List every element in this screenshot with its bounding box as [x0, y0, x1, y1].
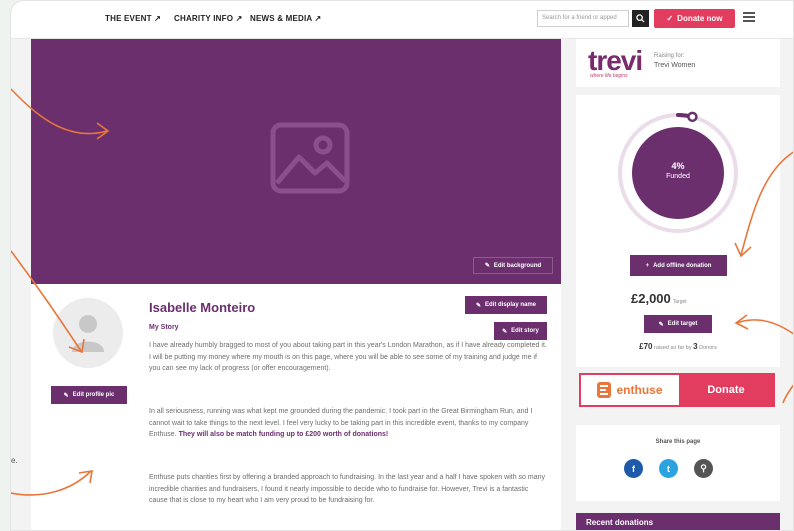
- plus-icon: +: [645, 262, 650, 269]
- enthuse-brand-label: enthuse: [616, 383, 663, 397]
- raising-for-label: Raising for:: [654, 53, 685, 59]
- share-title: Share this page: [655, 439, 701, 445]
- edit-background-button[interactable]: ✎ Edit background: [473, 257, 553, 274]
- edit-background-label: Edit background: [493, 262, 542, 269]
- edit-icon: ✎: [502, 328, 508, 335]
- charity-name: Trevi Women: [654, 62, 696, 69]
- charity-card: trevi where life begins Raising for: Tre…: [576, 39, 780, 87]
- story-paragraph-2-highlight: They will also be match funding up to £2…: [178, 431, 389, 438]
- share-icons: f t ⚲: [624, 459, 713, 478]
- donors-label: Donors: [699, 345, 717, 351]
- twitter-icon[interactable]: t: [659, 459, 678, 478]
- donate-now-button[interactable]: ✓ Donate now: [654, 9, 735, 28]
- annotation-arrow-story: [11, 470, 93, 496]
- edit-icon: ✎: [658, 321, 664, 328]
- enthuse-donate-widget[interactable]: enthuse Donate: [579, 373, 775, 407]
- enthuse-logo-icon: [597, 382, 612, 398]
- search-button[interactable]: [632, 10, 649, 27]
- profile-section: ✎ Edit profile pic Isabelle Monteiro ✎ E…: [31, 284, 561, 530]
- annotation-arrow-hero: [11, 88, 110, 140]
- add-offline-donation-label: Add offline donation: [653, 262, 712, 269]
- edit-icon: ✎: [484, 263, 490, 269]
- margin-note: e.: [11, 456, 18, 465]
- annotation-arrow-target: [734, 314, 793, 335]
- progress-ring-knob: [687, 111, 698, 123]
- annotation-arrow-offline: [734, 151, 793, 258]
- donor-count: 3: [693, 342, 698, 351]
- edit-profile-pic-button[interactable]: ✎ Edit profile pic: [51, 386, 127, 404]
- edit-target-button[interactable]: ✎ Edit target: [644, 315, 712, 333]
- search-input[interactable]: Search for a friend or apped: [537, 10, 629, 27]
- target-amount-value: £2,000: [631, 291, 671, 306]
- enthuse-brand: enthuse: [581, 375, 679, 405]
- edit-display-name-label: Edit display name: [485, 302, 537, 308]
- image-placeholder-icon: [270, 122, 350, 194]
- edit-icon: ✎: [63, 392, 69, 399]
- charity-logo-tagline: where life begins: [590, 73, 628, 79]
- search-icon: [636, 14, 645, 23]
- story-paragraph-1: I have already humbly bragged to most of…: [149, 342, 547, 372]
- target-label: Target: [672, 299, 687, 305]
- nav-link-news-media[interactable]: NEWS & MEDIA ↗: [250, 14, 321, 23]
- story-heading: My Story: [149, 324, 179, 331]
- edit-story-label: Edit story: [511, 328, 539, 334]
- story-paragraph-3: Enthuse puts charities first by offering…: [149, 474, 545, 504]
- recent-donations-header: Recent donations: [576, 513, 780, 530]
- add-offline-donation-button[interactable]: + Add offline donation: [630, 255, 727, 276]
- facebook-icon[interactable]: f: [624, 459, 643, 478]
- target-amount: £2,000 Target: [631, 291, 687, 306]
- link-icon[interactable]: ⚲: [694, 459, 713, 478]
- annotation-arrow-donate: [782, 384, 793, 404]
- nav-link-charity-info[interactable]: CHARITY INFO ↗: [174, 14, 242, 23]
- edit-target-label: Edit target: [667, 321, 698, 327]
- edit-profile-pic-label: Edit profile pic: [72, 392, 115, 398]
- top-navigation: THE EVENT ↗ CHARITY INFO ↗ NEWS & MEDIA …: [11, 1, 793, 39]
- annotation-arrow-avatar: [11, 250, 85, 354]
- donate-button[interactable]: Donate: [679, 375, 773, 405]
- raised-summary: £70 raised so far by 3 Donors: [576, 342, 780, 351]
- nav-link-the-event[interactable]: THE EVENT ↗: [105, 14, 161, 23]
- hamburger-menu-icon[interactable]: [743, 12, 755, 22]
- page-frame: THE EVENT ↗ CHARITY INFO ↗ NEWS & MEDIA …: [10, 0, 794, 531]
- raised-text: raised so far by: [654, 345, 692, 351]
- raised-amount: £70: [639, 342, 653, 351]
- share-card: Share this page f t ⚲: [576, 425, 780, 501]
- check-icon: ✓: [666, 14, 674, 23]
- edit-story-button[interactable]: ✎ Edit story: [494, 322, 547, 340]
- fundraiser-name: Isabelle Monteiro: [149, 300, 256, 315]
- edit-display-name-button[interactable]: ✎ Edit display name: [465, 296, 547, 314]
- story-paragraph-2: In all seriousness, running was what kep…: [149, 406, 547, 441]
- donate-now-label: Donate now: [677, 14, 723, 23]
- edit-icon: ✎: [475, 302, 481, 309]
